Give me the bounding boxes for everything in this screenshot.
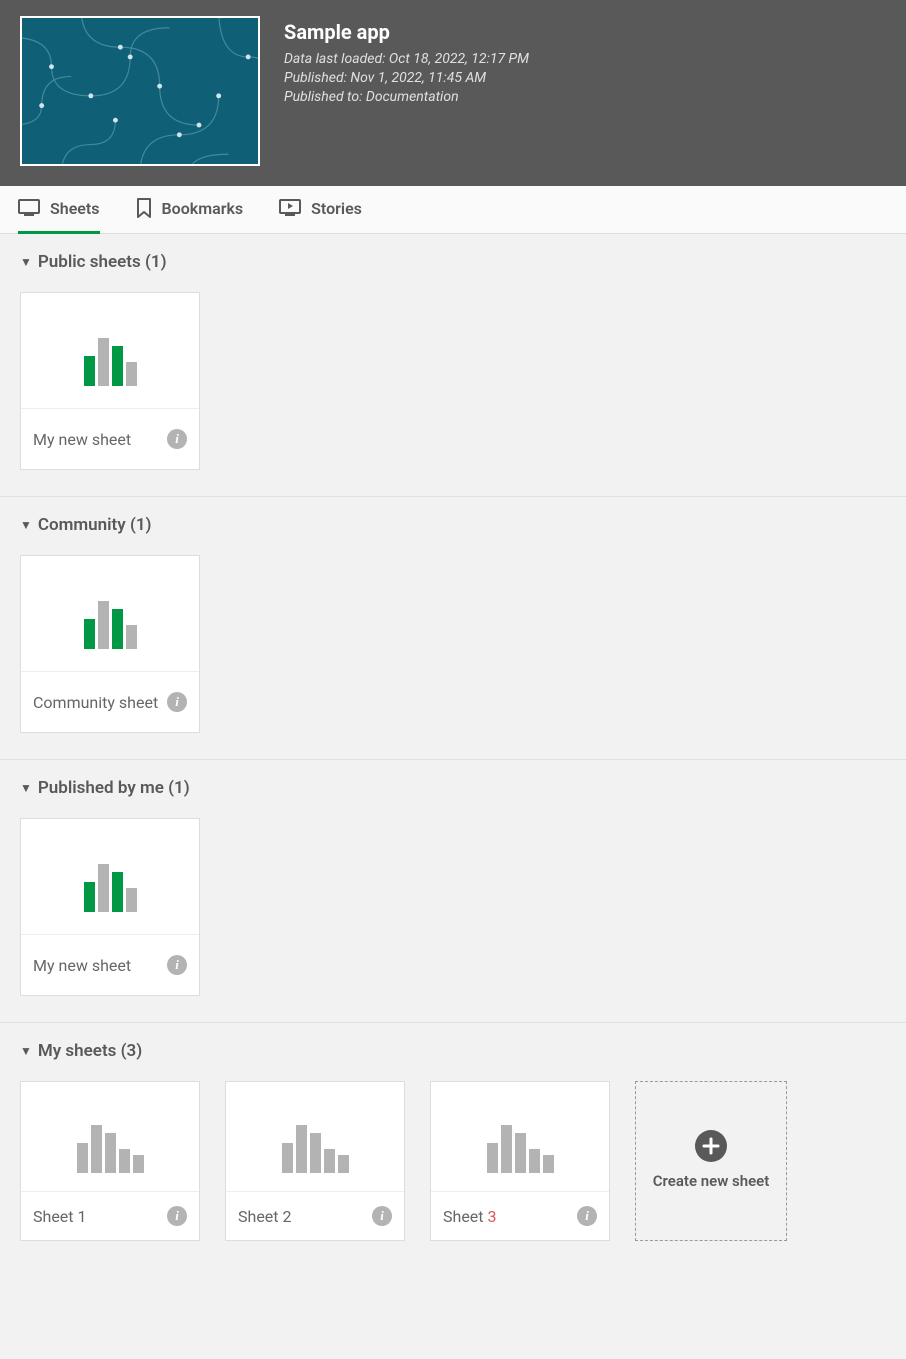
info-icon[interactable]: i xyxy=(577,1206,597,1226)
sheet-label: Sheet 1 xyxy=(33,1207,86,1226)
app-metadata: Sample app Data last loaded: Oct 18, 202… xyxy=(284,16,529,166)
plus-icon xyxy=(695,1130,727,1162)
sheet-preview xyxy=(21,819,199,935)
sheet-card[interactable]: Sheet 2 i xyxy=(225,1081,405,1241)
tab-stories-label: Stories xyxy=(311,199,362,218)
section-title-community: Community (1) xyxy=(38,515,152,535)
sheet-label: My new sheet xyxy=(33,956,131,975)
stories-icon xyxy=(279,199,301,217)
info-icon[interactable]: i xyxy=(167,429,187,449)
tab-bar: Sheets Bookmarks Stories xyxy=(0,186,906,234)
bookmark-icon xyxy=(136,198,152,218)
disclosure-triangle-icon: ▼ xyxy=(20,255,32,269)
section-header-community[interactable]: ▼ Community (1) xyxy=(20,515,886,535)
section-published-by-me: ▼ Published by me (1) My new sheet i xyxy=(0,760,906,1023)
section-title-published-by-me: Published by me (1) xyxy=(38,778,190,798)
info-icon[interactable]: i xyxy=(372,1206,392,1226)
sheet-card[interactable]: Community sheet i xyxy=(20,555,200,733)
info-icon[interactable]: i xyxy=(167,692,187,712)
app-data-loaded: Data last loaded: Oct 18, 2022, 12:17 PM xyxy=(284,50,529,69)
app-published: Published: Nov 1, 2022, 11:45 AM xyxy=(284,69,529,88)
section-title-public: Public sheets (1) xyxy=(38,252,167,272)
sheet-preview xyxy=(21,1082,199,1192)
sheet-card[interactable]: Sheet 1 i xyxy=(20,1081,200,1241)
sheet-preview xyxy=(21,293,199,409)
section-header-my-sheets[interactable]: ▼ My sheets (3) xyxy=(20,1041,886,1061)
sheet-card[interactable]: My new sheet i xyxy=(20,818,200,996)
sheet-preview xyxy=(21,556,199,672)
tab-stories[interactable]: Stories xyxy=(279,186,362,234)
disclosure-triangle-icon: ▼ xyxy=(20,781,32,795)
app-header: Sample app Data last loaded: Oct 18, 202… xyxy=(0,0,906,186)
tab-bookmarks[interactable]: Bookmarks xyxy=(136,186,244,234)
app-title: Sample app xyxy=(284,20,529,44)
info-icon[interactable]: i xyxy=(167,1206,187,1226)
app-thumbnail[interactable] xyxy=(20,16,260,166)
info-icon[interactable]: i xyxy=(167,955,187,975)
sheet-preview xyxy=(431,1082,609,1192)
sheet-card[interactable]: My new sheet i xyxy=(20,292,200,470)
disclosure-triangle-icon: ▼ xyxy=(20,1044,32,1058)
content-area: ▼ Public sheets (1) My new sheet i xyxy=(0,234,906,1307)
sheet-label: Sheet 3 xyxy=(443,1207,496,1226)
section-my-sheets: ▼ My sheets (3) Sheet 1 i xyxy=(0,1023,906,1267)
create-new-sheet-button[interactable]: Create new sheet xyxy=(635,1081,787,1241)
sheets-icon xyxy=(18,199,40,217)
section-title-my-sheets: My sheets (3) xyxy=(38,1041,142,1061)
section-community: ▼ Community (1) Community sheet i xyxy=(0,497,906,760)
sheet-card[interactable]: Sheet 3 i xyxy=(430,1081,610,1241)
create-new-sheet-label: Create new sheet xyxy=(643,1172,780,1192)
sheet-label: Sheet 2 xyxy=(238,1207,291,1226)
section-header-published-by-me[interactable]: ▼ Published by me (1) xyxy=(20,778,886,798)
tab-sheets[interactable]: Sheets xyxy=(18,186,100,234)
sheet-preview xyxy=(226,1082,404,1192)
tab-sheets-label: Sheets xyxy=(50,199,100,218)
sheet-label: My new sheet xyxy=(33,430,131,449)
section-header-public[interactable]: ▼ Public sheets (1) xyxy=(20,252,886,272)
app-published-to: Published to: Documentation xyxy=(284,88,529,107)
section-public-sheets: ▼ Public sheets (1) My new sheet i xyxy=(0,234,906,497)
tab-bookmarks-label: Bookmarks xyxy=(162,199,244,218)
sheet-label: Community sheet xyxy=(33,693,158,712)
disclosure-triangle-icon: ▼ xyxy=(20,518,32,532)
